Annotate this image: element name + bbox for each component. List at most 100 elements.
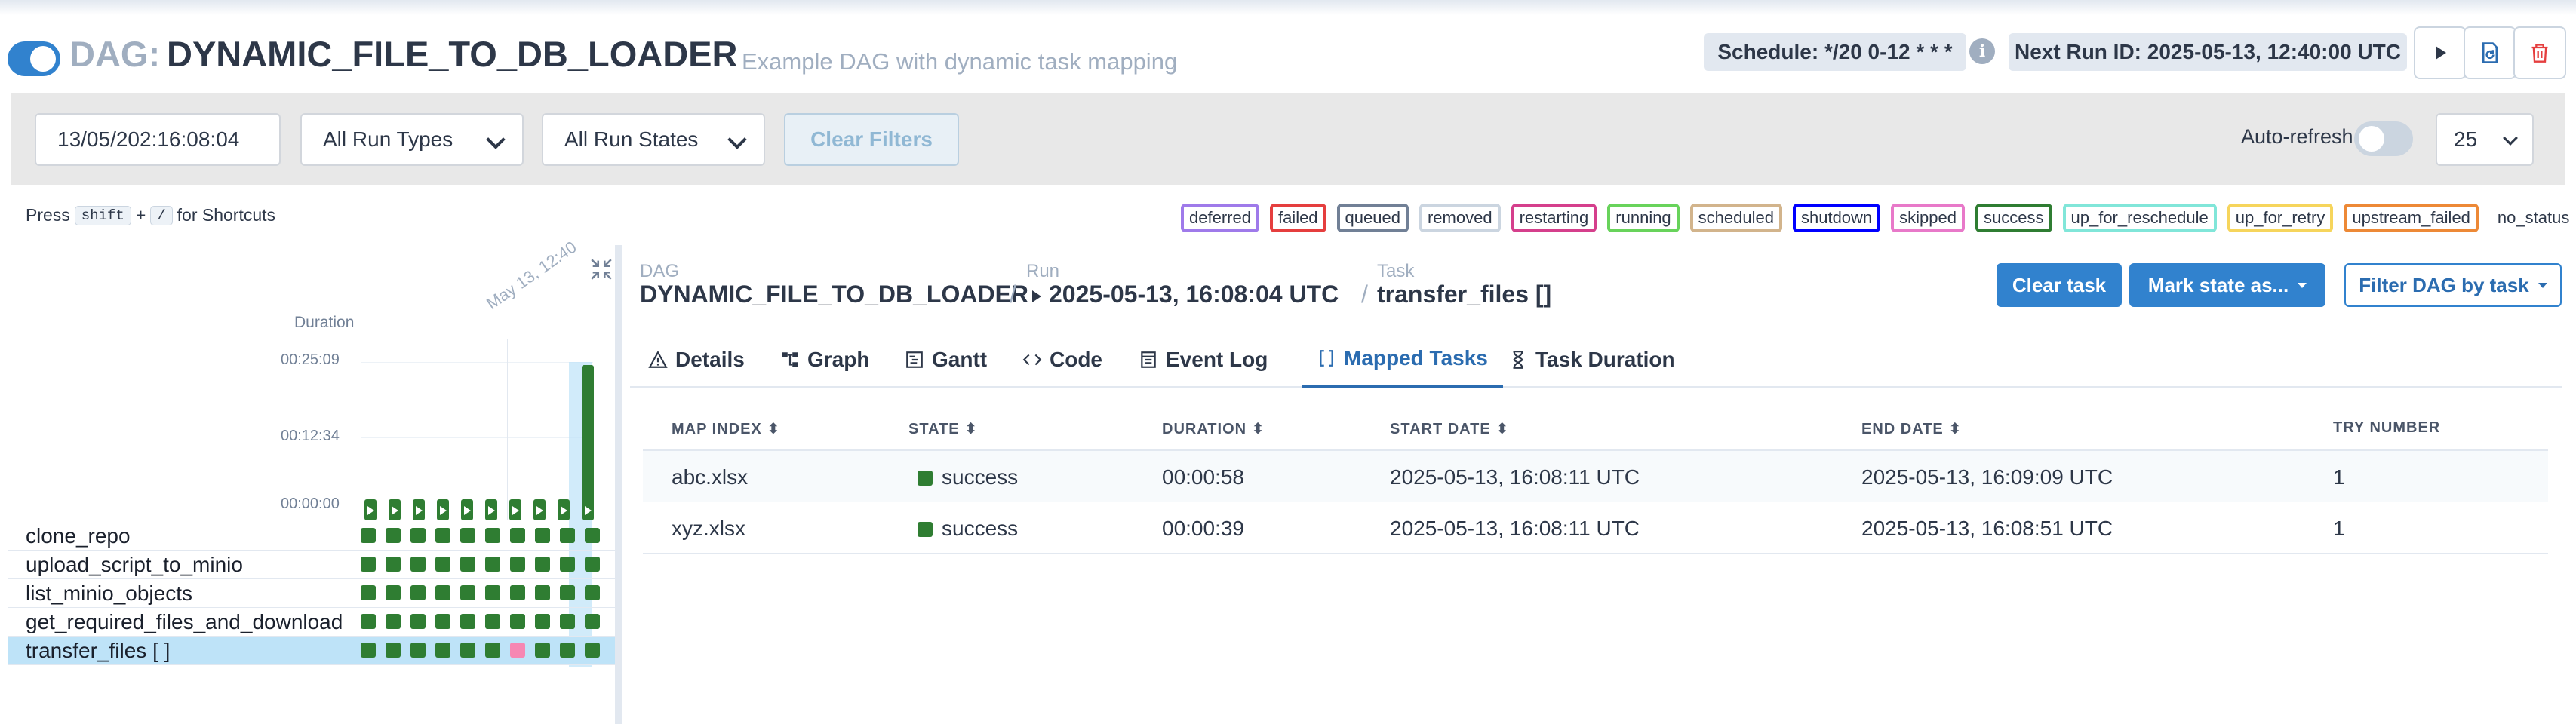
legend-running[interactable]: running bbox=[1607, 204, 1680, 232]
clear-task-button[interactable]: Clear task bbox=[1997, 263, 2122, 307]
run-duration-bar[interactable] bbox=[389, 499, 401, 520]
info-icon[interactable]: i bbox=[1969, 38, 1995, 64]
panel-resizer[interactable] bbox=[615, 245, 622, 724]
dag-pause-toggle[interactable] bbox=[8, 41, 60, 76]
task-instance-success[interactable] bbox=[535, 557, 550, 572]
auto-refresh-toggle[interactable] bbox=[2354, 121, 2413, 156]
task-instance-success[interactable] bbox=[460, 614, 475, 629]
task-instance-success[interactable] bbox=[560, 643, 575, 658]
delete-dag-button[interactable] bbox=[2513, 26, 2566, 79]
task-instance-success[interactable] bbox=[460, 557, 475, 572]
task-instance-success[interactable] bbox=[460, 585, 475, 600]
legend-restarting[interactable]: restarting bbox=[1511, 204, 1597, 232]
task-instance-success[interactable] bbox=[361, 585, 376, 600]
task-instance-success[interactable] bbox=[361, 614, 376, 629]
run-state-select[interactable]: All Run States bbox=[542, 113, 765, 166]
base-date-input[interactable]: 13/05/202:16:08:04 bbox=[35, 113, 281, 166]
task-instance-success[interactable] bbox=[435, 528, 450, 543]
collapse-icon[interactable] bbox=[589, 256, 614, 282]
tab-graph[interactable]: Graph bbox=[777, 332, 872, 388]
legend-success[interactable]: success bbox=[1975, 204, 2052, 232]
task-instance-success[interactable] bbox=[485, 614, 500, 629]
task-instance-success[interactable] bbox=[435, 557, 450, 572]
task-row[interactable]: get_required_files_and_download bbox=[8, 608, 617, 637]
table-row[interactable]: abc.xlsx success 00:00:58 2025-05-13, 16… bbox=[643, 451, 2548, 502]
task-instance-success[interactable] bbox=[410, 585, 426, 600]
task-instance-success[interactable] bbox=[361, 557, 376, 572]
task-instance-success[interactable] bbox=[510, 614, 525, 629]
task-instance-success[interactable] bbox=[485, 557, 500, 572]
column-header-duration[interactable]: DURATION ⬍ bbox=[1162, 419, 1265, 438]
legend-queued[interactable]: queued bbox=[1336, 204, 1409, 232]
clear-filters-button[interactable]: Clear Filters bbox=[784, 113, 959, 166]
legend-removed[interactable]: removed bbox=[1419, 204, 1501, 232]
task-instance-success[interactable] bbox=[560, 614, 575, 629]
task-instance-success[interactable] bbox=[386, 585, 401, 600]
filter-dag-by-task-button[interactable]: Filter DAG by task bbox=[2344, 263, 2562, 307]
task-instance-success[interactable] bbox=[485, 528, 500, 543]
run-duration-bar[interactable] bbox=[437, 499, 449, 520]
run-duration-bar[interactable] bbox=[413, 499, 425, 520]
legend-failed[interactable]: failed bbox=[1269, 204, 1326, 232]
table-row[interactable]: xyz.xlsx success 00:00:39 2025-05-13, 16… bbox=[643, 502, 2548, 554]
task-instance-success[interactable] bbox=[510, 528, 525, 543]
page-size-select[interactable]: 25 bbox=[2436, 113, 2534, 166]
task-instance-success[interactable] bbox=[386, 528, 401, 543]
task-instance-success[interactable] bbox=[510, 557, 525, 572]
task-instance-success[interactable] bbox=[361, 528, 376, 543]
mark-state-button[interactable]: Mark state as... bbox=[2129, 263, 2325, 307]
task-instance-success[interactable] bbox=[410, 643, 426, 658]
task-instance-success[interactable] bbox=[560, 557, 575, 572]
task-instance-success[interactable] bbox=[435, 614, 450, 629]
legend-skipped[interactable]: skipped bbox=[1891, 204, 1966, 232]
legend-no-status[interactable]: no_status bbox=[2488, 204, 2576, 232]
task-instance-success[interactable] bbox=[535, 643, 550, 658]
task-instance-success[interactable] bbox=[435, 585, 450, 600]
task-instance-success[interactable] bbox=[361, 643, 376, 658]
task-instance-success[interactable] bbox=[535, 528, 550, 543]
tab-mapped-tasks[interactable]: Mapped Tasks bbox=[1302, 332, 1503, 388]
reparse-dag-button[interactable] bbox=[2464, 26, 2516, 79]
task-instance-success[interactable] bbox=[460, 528, 475, 543]
run-duration-bar[interactable] bbox=[558, 499, 570, 520]
legend-up-for-reschedule[interactable]: up_for_reschedule bbox=[2062, 204, 2217, 232]
run-duration-bar[interactable] bbox=[509, 499, 521, 520]
legend-shutdown[interactable]: shutdown bbox=[1792, 204, 1881, 232]
task-instance-success[interactable] bbox=[585, 528, 600, 543]
legend-scheduled[interactable]: scheduled bbox=[1689, 204, 1782, 232]
tab-gantt[interactable]: Gantt bbox=[902, 332, 990, 388]
task-instance-success[interactable] bbox=[410, 528, 426, 543]
task-instance-success[interactable] bbox=[585, 585, 600, 600]
run-duration-bar[interactable] bbox=[364, 499, 377, 520]
tab-task-duration[interactable]: Task Duration bbox=[1505, 332, 1678, 388]
task-instance-success[interactable] bbox=[386, 643, 401, 658]
run-duration-bar[interactable] bbox=[582, 365, 594, 520]
task-instance-success[interactable] bbox=[585, 614, 600, 629]
task-instance-success[interactable] bbox=[410, 614, 426, 629]
task-instance-success[interactable] bbox=[485, 643, 500, 658]
task-row[interactable]: transfer_files [ ] bbox=[8, 637, 617, 665]
run-duration-bar[interactable] bbox=[533, 499, 546, 520]
legend-deferred[interactable]: deferred bbox=[1181, 204, 1259, 232]
tab-event-log[interactable]: Event Log bbox=[1136, 332, 1271, 388]
column-header-map-index[interactable]: MAP INDEX ⬍ bbox=[672, 419, 780, 438]
task-instance-success[interactable] bbox=[485, 585, 500, 600]
task-row[interactable]: upload_script_to_minio bbox=[8, 551, 617, 579]
task-instance-success[interactable] bbox=[386, 614, 401, 629]
task-instance-success[interactable] bbox=[460, 643, 475, 658]
task-instance-success[interactable] bbox=[435, 643, 450, 658]
legend-upstream-failed[interactable]: upstream_failed bbox=[2344, 204, 2479, 232]
tab-details[interactable]: Details bbox=[645, 332, 748, 388]
task-instance-success[interactable] bbox=[535, 614, 550, 629]
column-header-end-date[interactable]: END DATE ⬍ bbox=[1861, 419, 1962, 438]
task-row[interactable]: clone_repo bbox=[8, 522, 617, 551]
breadcrumb-task[interactable]: transfer_files [] bbox=[1377, 281, 1551, 308]
task-instance-success[interactable] bbox=[410, 557, 426, 572]
task-instance-success[interactable] bbox=[585, 557, 600, 572]
task-instance-success[interactable] bbox=[510, 585, 525, 600]
task-instance-skipped[interactable] bbox=[510, 643, 525, 658]
task-row[interactable]: list_minio_objects bbox=[8, 579, 617, 608]
column-header-state[interactable]: STATE ⬍ bbox=[908, 419, 978, 438]
run-duration-bar[interactable] bbox=[461, 499, 473, 520]
task-instance-success[interactable] bbox=[560, 585, 575, 600]
